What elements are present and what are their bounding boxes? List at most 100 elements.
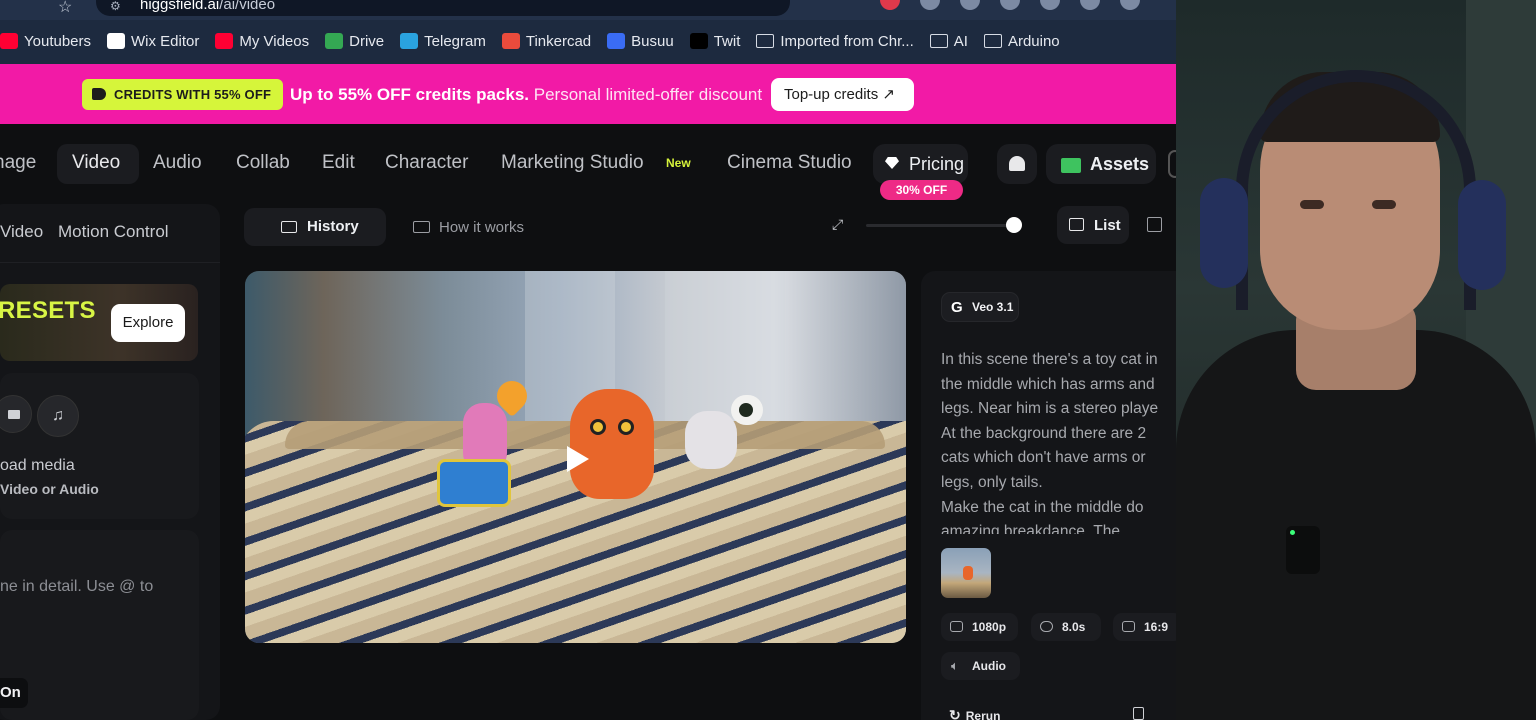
play-icon[interactable] <box>567 446 589 472</box>
promo-text: Up to 55% OFF credits packs. Personal li… <box>290 85 762 105</box>
lapel-mic <box>1286 526 1320 574</box>
bookmark-item[interactable]: AI <box>929 33 968 50</box>
explore-button[interactable]: Explore <box>111 304 185 342</box>
folder-icon <box>281 221 297 233</box>
description-line: the middle which has arms and <box>941 375 1155 393</box>
google-icon: G <box>951 299 963 316</box>
tag-icon <box>92 88 106 100</box>
how-it-works-label: How it works <box>439 219 525 236</box>
nav-item-image[interactable]: nage <box>0 152 36 174</box>
promo-subtext: Personal limited-offer discount <box>533 85 763 104</box>
rerun-label: Rerun <box>965 709 1001 720</box>
bookmark-item[interactable]: Youtubers <box>0 33 91 50</box>
prompt-input[interactable]: ne in detail. Use @ to On <box>0 530 199 720</box>
drive-icon <box>325 33 344 49</box>
nav-item-audio[interactable]: Audio <box>153 152 202 174</box>
model-chip: G Veo 3.1 <box>941 292 1019 322</box>
nav-item-edit[interactable]: Edit <box>322 152 355 174</box>
url-bar-strip: ☆ ⚙ higgsfield.ai/ai/video <box>0 0 1176 20</box>
nav-item-marketing-studio[interactable]: Marketing Studio <box>501 152 644 174</box>
audio-label: Audio <box>972 659 1006 673</box>
folder-icon <box>756 34 775 48</box>
duration-chip: 8.0s <box>1031 613 1101 641</box>
bookmark-item[interactable]: Arduino <box>983 33 1060 50</box>
browser-chrome: ☆ ⚙ higgsfield.ai/ai/video Youtubers Wix … <box>0 0 1176 64</box>
nav-item-video[interactable]: Video <box>72 152 120 174</box>
history-button[interactable]: History <box>244 208 386 246</box>
extension-icon[interactable] <box>960 0 980 10</box>
prompt-description: In this scene there's a toy cat in the m… <box>941 348 1176 534</box>
upload-media-area[interactable]: ♫ oad media Video or Audio <box>0 373 199 519</box>
url-text: higgsfield.ai/ai/video <box>140 0 276 13</box>
bookmark-item[interactable]: Telegram <box>400 33 486 50</box>
promo-tag-label: CREDITS WITH 55% OFF <box>114 87 272 102</box>
description-line: At the background there are 2 <box>941 424 1147 442</box>
extension-icon[interactable] <box>880 0 900 10</box>
headphones-cup <box>1458 180 1506 290</box>
pricing-label: Pricing <box>909 154 965 174</box>
bookmark-item[interactable]: Drive <box>325 33 384 50</box>
extension-icon[interactable] <box>1120 0 1140 10</box>
telegram-icon <box>400 33 419 49</box>
promo-tag: CREDITS WITH 55% OFF <box>82 79 284 110</box>
extension-icon[interactable] <box>1040 0 1060 10</box>
extension-icon[interactable] <box>920 0 940 10</box>
promo-headline: Up to 55% OFF credits packs. <box>290 85 530 104</box>
presets-banner: RESETS Explore <box>0 284 198 361</box>
folder-icon <box>983 34 1002 48</box>
site-info-icon[interactable]: ⚙ <box>110 0 121 13</box>
bookmark-item[interactable]: Imported from Chr... <box>756 33 914 50</box>
rerun-button[interactable]: ↻ Rerun <box>949 707 1000 720</box>
bookmark-item[interactable]: Wix Editor <box>107 33 199 50</box>
extension-icons <box>880 0 1140 10</box>
nav-item-character[interactable]: Character <box>385 152 468 174</box>
how-it-works-button[interactable]: How it works <box>413 219 524 236</box>
bookmark-star-icon[interactable]: ☆ <box>58 0 72 17</box>
list-icon <box>1069 218 1084 231</box>
nav-item-cinema-studio[interactable]: Cinema Studio <box>727 152 852 174</box>
description-line: In this scene there's a toy cat in <box>941 351 1158 368</box>
video-upload-icon <box>0 395 32 433</box>
divider <box>0 262 220 263</box>
resolution-label: 1080p <box>972 620 1007 634</box>
reference-thumbnail[interactable] <box>941 548 991 598</box>
new-badge: New <box>666 156 691 170</box>
tab-motion-control[interactable]: Motion Control <box>58 222 169 242</box>
list-view-button[interactable]: List <box>1057 206 1129 244</box>
book-icon <box>413 221 430 233</box>
address-bar[interactable]: ⚙ higgsfield.ai/ai/video <box>96 0 790 16</box>
clock-icon <box>1040 621 1053 632</box>
eyeball-toy <box>731 395 763 425</box>
bookmark-label: My Videos <box>239 32 310 50</box>
bookmark-label: Tinkercad <box>525 32 592 50</box>
grid-view-icon[interactable] <box>1147 217 1162 232</box>
audio-upload-icon: ♫ <box>37 395 79 437</box>
assets-button[interactable]: Assets <box>1046 144 1156 184</box>
bookmark-item[interactable]: Busuu <box>607 33 674 50</box>
assets-label: Assets <box>1090 154 1150 174</box>
bookmark-item[interactable]: My Videos <box>215 33 309 50</box>
description-line: legs, only tails. <box>941 473 1043 491</box>
copy-icon[interactable] <box>1133 707 1144 720</box>
folder-icon <box>1061 158 1081 173</box>
video-preview[interactable] <box>245 271 906 643</box>
nav-item-collab[interactable]: Collab <box>236 152 290 174</box>
bookmark-item[interactable]: Tinkercad <box>501 32 592 50</box>
discount-badge: 30% OFF <box>880 180 963 200</box>
tab-video[interactable]: Video <box>0 222 43 242</box>
toggle-on-label[interactable]: On <box>0 684 21 701</box>
zoom-slider-track[interactable] <box>866 224 1016 227</box>
top-up-credits-button[interactable]: Top-up credits ↗ <box>771 78 914 111</box>
expand-icon[interactable]: ⤢ <box>832 216 843 233</box>
folder-icon <box>929 34 948 48</box>
extension-icon[interactable] <box>1080 0 1100 10</box>
bookmark-label: Youtubers <box>24 32 92 50</box>
bookmark-item[interactable]: Twit <box>689 33 740 50</box>
aspect-label: 16:9 <box>1144 620 1169 634</box>
notifications-button[interactable] <box>997 144 1037 184</box>
speaker-icon: 🔈︎ <box>951 658 959 673</box>
zoom-slider-knob[interactable] <box>1006 217 1022 233</box>
list-label: List <box>1094 217 1121 234</box>
extension-icon[interactable] <box>1000 0 1020 10</box>
pricing-button[interactable]: Pricing <box>873 144 968 184</box>
